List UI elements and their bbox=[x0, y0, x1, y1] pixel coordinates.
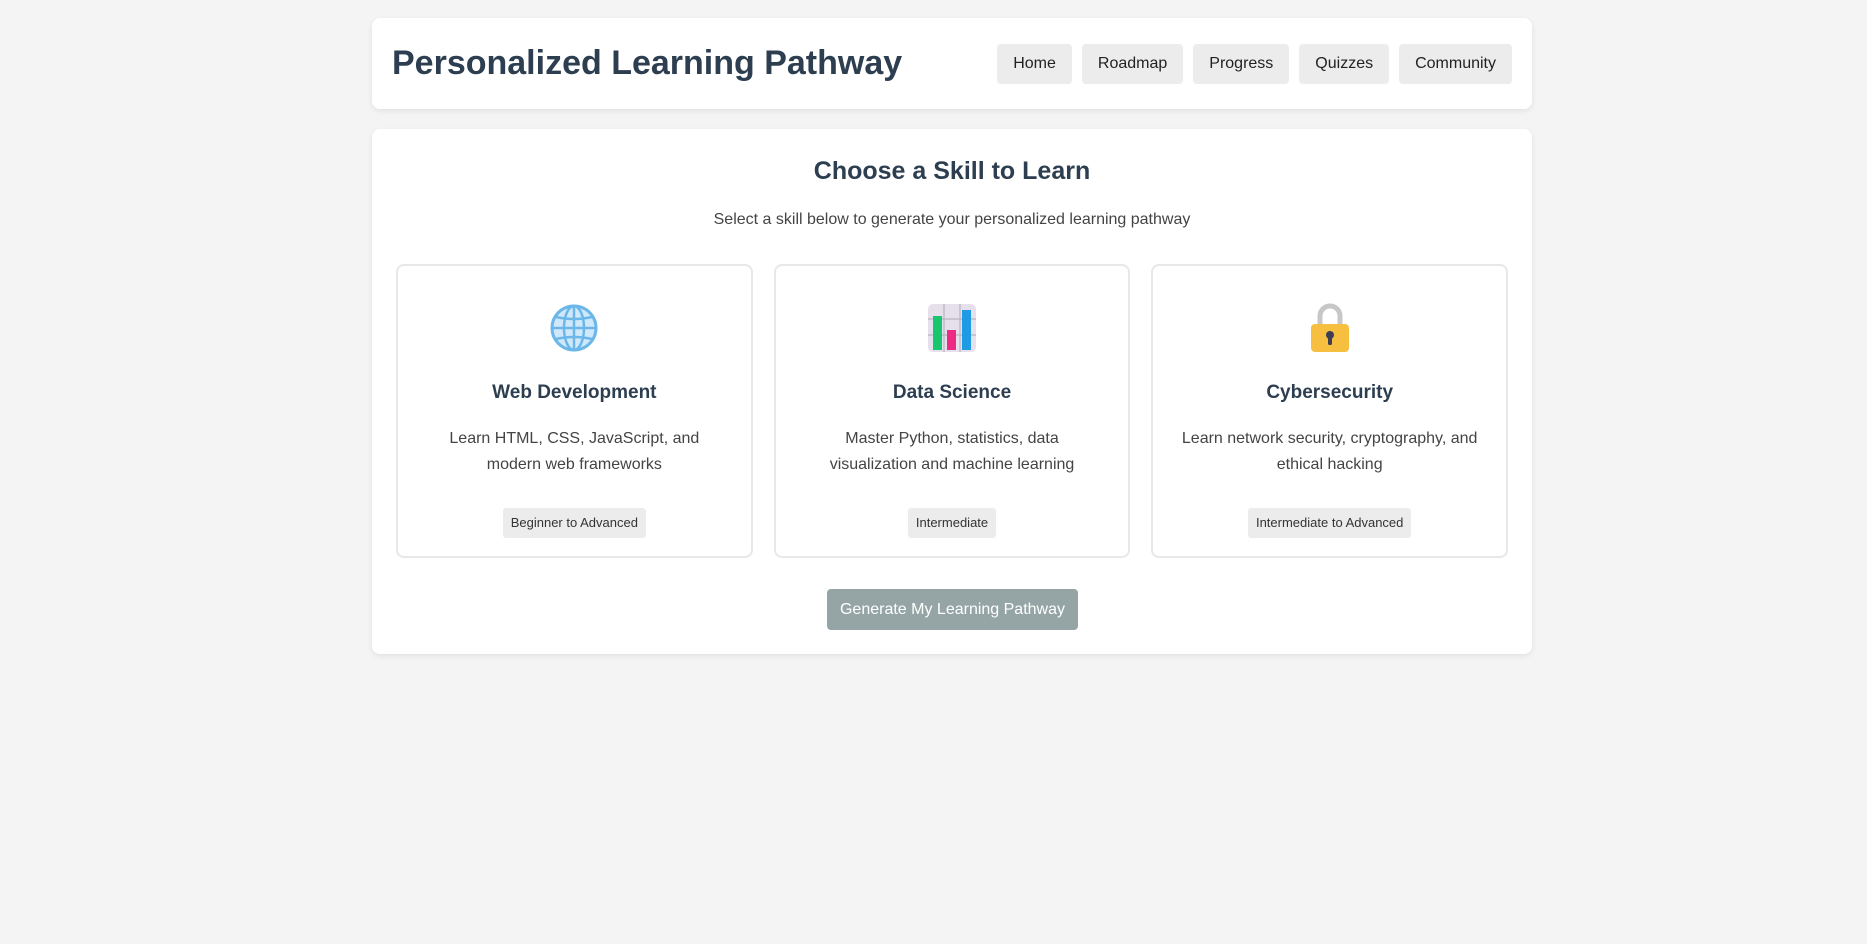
site-title: Personalized Learning Pathway bbox=[392, 44, 903, 82]
lock-icon bbox=[1310, 303, 1349, 352]
skill-card-description: Learn network security, cryptography, an… bbox=[1181, 430, 1478, 473]
nav-home-button[interactable]: Home bbox=[997, 43, 1072, 84]
skill-selection-panel: Choose a Skill to Learn Select a skill b… bbox=[372, 129, 1532, 654]
nav-quizzes-button[interactable]: Quizzes bbox=[1299, 43, 1390, 84]
main-nav: Home Roadmap Progress Quizzes Community bbox=[997, 43, 1512, 84]
skill-card-web-development[interactable]: Web Development Learn HTML, CSS, JavaScr… bbox=[396, 264, 753, 558]
skill-card-title: Cybersecurity bbox=[1266, 382, 1394, 403]
skill-cards: Web Development Learn HTML, CSS, JavaScr… bbox=[396, 264, 1509, 558]
panel-title: Choose a Skill to Learn bbox=[813, 157, 1091, 185]
nav-community-button[interactable]: Community bbox=[1399, 43, 1512, 84]
skill-card-cybersecurity[interactable]: Cybersecurity Learn network security, cr… bbox=[1151, 264, 1509, 558]
skill-level-badge: Intermediate to Advanced bbox=[1247, 508, 1412, 538]
skill-card-description: Learn HTML, CSS, JavaScript, and modern … bbox=[449, 430, 700, 473]
generate-pathway-button[interactable]: Generate My Learning Pathway bbox=[827, 589, 1078, 630]
skill-card-title: Web Development bbox=[492, 382, 657, 403]
skill-level-badge: Intermediate bbox=[907, 508, 997, 538]
nav-progress-button[interactable]: Progress bbox=[1193, 43, 1290, 84]
skill-card-data-science[interactable]: Data Science Master Python, statistics, … bbox=[773, 264, 1131, 558]
panel-subtitle: Select a skill below to generate your pe… bbox=[713, 211, 1191, 228]
skill-level-badge: Beginner to Advanced bbox=[502, 508, 646, 538]
skill-card-description: Master Python, statistics, data visualiz… bbox=[829, 430, 1075, 473]
app-header: Personalized Learning Pathway Home Roadm… bbox=[372, 18, 1532, 109]
skill-card-title: Data Science bbox=[892, 382, 1012, 403]
globe-icon bbox=[550, 304, 598, 352]
bar-chart-icon bbox=[928, 304, 976, 352]
nav-roadmap-button[interactable]: Roadmap bbox=[1081, 43, 1184, 84]
